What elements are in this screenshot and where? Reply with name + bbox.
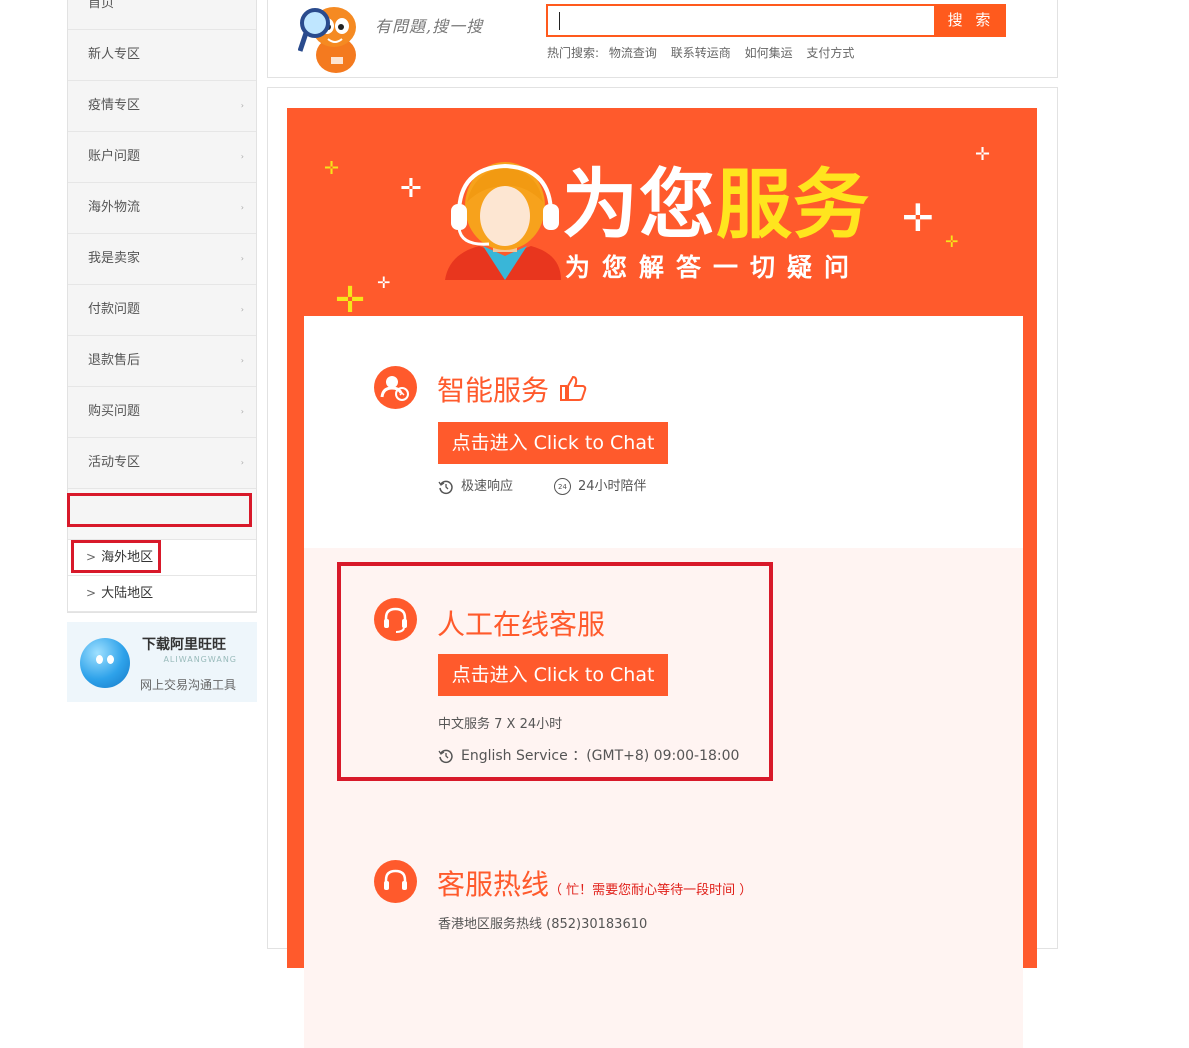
sparkle-icon: ✛ [902, 196, 934, 240]
human-chat-button[interactable]: 点击进入 Click to Chat [438, 654, 668, 696]
hot-link-forwarder[interactable]: 联系转运商 [671, 46, 731, 60]
sidebar-item-overseas-logistics[interactable]: 海外物流 › [68, 183, 256, 234]
smart-service-title: 智能服务 [437, 369, 588, 409]
hot-link-payment[interactable]: 支付方式 [806, 46, 854, 60]
banner-title: 为您服务 [562, 160, 870, 249]
chinese-service-hours: 中文服务 7 X 24小时 [438, 717, 563, 732]
chevron-right-icon: › [240, 101, 244, 110]
clock-history-icon [438, 749, 453, 764]
sidebar-item-contact[interactable]: 联系客服 › [68, 489, 256, 540]
service-banner: ✛ ✛ ✛ ✛ ✛ ✛ ✛ 为您服务 为您解答一切疑问 智能服务 点击进入 Cl… [287, 108, 1037, 1048]
aliwangwang-title: 下载阿里旺旺 [142, 637, 226, 653]
sidebar-item-account[interactable]: 账户问题 › [68, 132, 256, 183]
smart-feature-24h: 24 24小时陪伴 [554, 475, 647, 495]
search-input[interactable] [546, 4, 936, 37]
hot-search-label: 热门搜索: [547, 46, 600, 60]
chevron-right-icon: › [240, 254, 244, 263]
sparkle-icon: ✛ [335, 280, 366, 321]
chevron-right-icon: › [240, 203, 244, 212]
hotline-hk: 香港地区服务热线 (852)30183610 [438, 917, 648, 932]
chevron-right-icon: › [240, 458, 244, 467]
sparkle-icon: ✛ [377, 273, 391, 292]
sidebar-item-refund[interactable]: 退款售后 › [68, 336, 256, 387]
aliwangwang-subtitle: ALIWANGWANG [163, 655, 237, 664]
robot-service-icon [374, 366, 417, 409]
headset-icon [374, 598, 417, 641]
sidebar-item-seller[interactable]: 我是卖家 › [68, 234, 256, 285]
smart-chat-button[interactable]: 点击进入 Click to Chat [438, 422, 668, 464]
sidebar-item-home[interactable]: 首页 [68, 0, 256, 30]
left-sidebar: 首页 新人专区 疫情专区 › 账户问题 › 海外物流 › 我是卖家 › 付款问题 › 退款… [67, 0, 257, 613]
hotline-note: （ 忙！需要您耐心等待一段时间 ） [549, 883, 753, 898]
aliwangwang-desc: 网上交易沟通工具 [140, 678, 237, 692]
banner-subtitle: 为您解答一切疑问 [565, 253, 862, 282]
hot-link-consolidation[interactable]: 如何集运 [745, 46, 793, 60]
sidebar-item-purchase[interactable]: 购买问题 › [68, 387, 256, 438]
eye-icon [96, 655, 103, 664]
chevron-right-icon: › [240, 152, 244, 161]
eye-icon [107, 655, 114, 664]
human-service-card: 人工在线客服 点击进入 Click to Chat 中文服务 7 X 24小时 … [304, 548, 1023, 1048]
chevron-right-icon: › [240, 305, 244, 314]
smart-feature-fast: 极速响应 [438, 475, 513, 495]
aliwangwang-logo-icon [80, 638, 130, 688]
sparkle-icon: ✛ [324, 158, 340, 179]
clock-history-icon [438, 480, 453, 494]
thumbs-up-icon [559, 375, 587, 401]
sidebar-subitem-overseas[interactable]: > 海外地区 [68, 540, 256, 576]
chevron-right-icon: › [240, 356, 244, 365]
sparkle-icon: ✛ [975, 144, 991, 165]
hotline-title: 客服热线（ 忙！需要您耐心等待一段时间 ） [437, 868, 753, 901]
sparkle-icon: ✛ [945, 232, 959, 251]
smart-service-card: 智能服务 点击进入 Click to Chat 极速响应 24 24小时陪伴 [304, 316, 1023, 548]
text-caret [559, 12, 560, 30]
search-header: 有問題,搜一搜 搜 索 热门搜索: 物流查询 联系转运商 如何集运 支付方式 [267, 0, 1058, 78]
sidebar-item-payment[interactable]: 付款问题 › [68, 285, 256, 336]
main-content: ✛ ✛ ✛ ✛ ✛ ✛ ✛ 为您服务 为您解答一切疑问 智能服务 点击进入 Cl… [267, 87, 1058, 1048]
hot-searches: 热门搜索: 物流查询 联系转运商 如何集运 支付方式 [547, 44, 864, 61]
sidebar-subitem-mainland[interactable]: > 大陆地区 [68, 576, 256, 612]
sidebar-item-epidemic[interactable]: 疫情专区 › [68, 81, 256, 132]
24h-icon: 24 [554, 478, 571, 495]
sidebar-item-events[interactable]: 活动专区 › [68, 438, 256, 489]
aliwangwang-download-banner[interactable]: 下载阿里旺旺 ALIWANGWANG 网上交易沟通工具 [67, 622, 257, 702]
hot-link-logistics[interactable]: 物流查询 [609, 46, 657, 60]
chevron-right-icon: > [86, 586, 97, 600]
sidebar-item-newcomer[interactable]: 新人专区 [68, 30, 256, 81]
search-slogan: 有問題,搜一搜 [375, 17, 484, 36]
sparkle-icon: ✛ [400, 174, 422, 204]
search-button[interactable]: 搜 索 [936, 4, 1006, 37]
chevron-right-icon: › [240, 407, 244, 416]
chevron-right-icon: > [86, 550, 97, 564]
human-service-title: 人工在线客服 [437, 608, 606, 641]
mascot-magnifier-icon [298, 7, 356, 73]
chevron-right-icon: › [240, 509, 244, 518]
english-service-hours: English Service ：(GMT+8) 09:00-18:00 [438, 745, 739, 765]
phone-headset-icon [374, 860, 417, 903]
customer-service-agent-icon [445, 162, 561, 280]
